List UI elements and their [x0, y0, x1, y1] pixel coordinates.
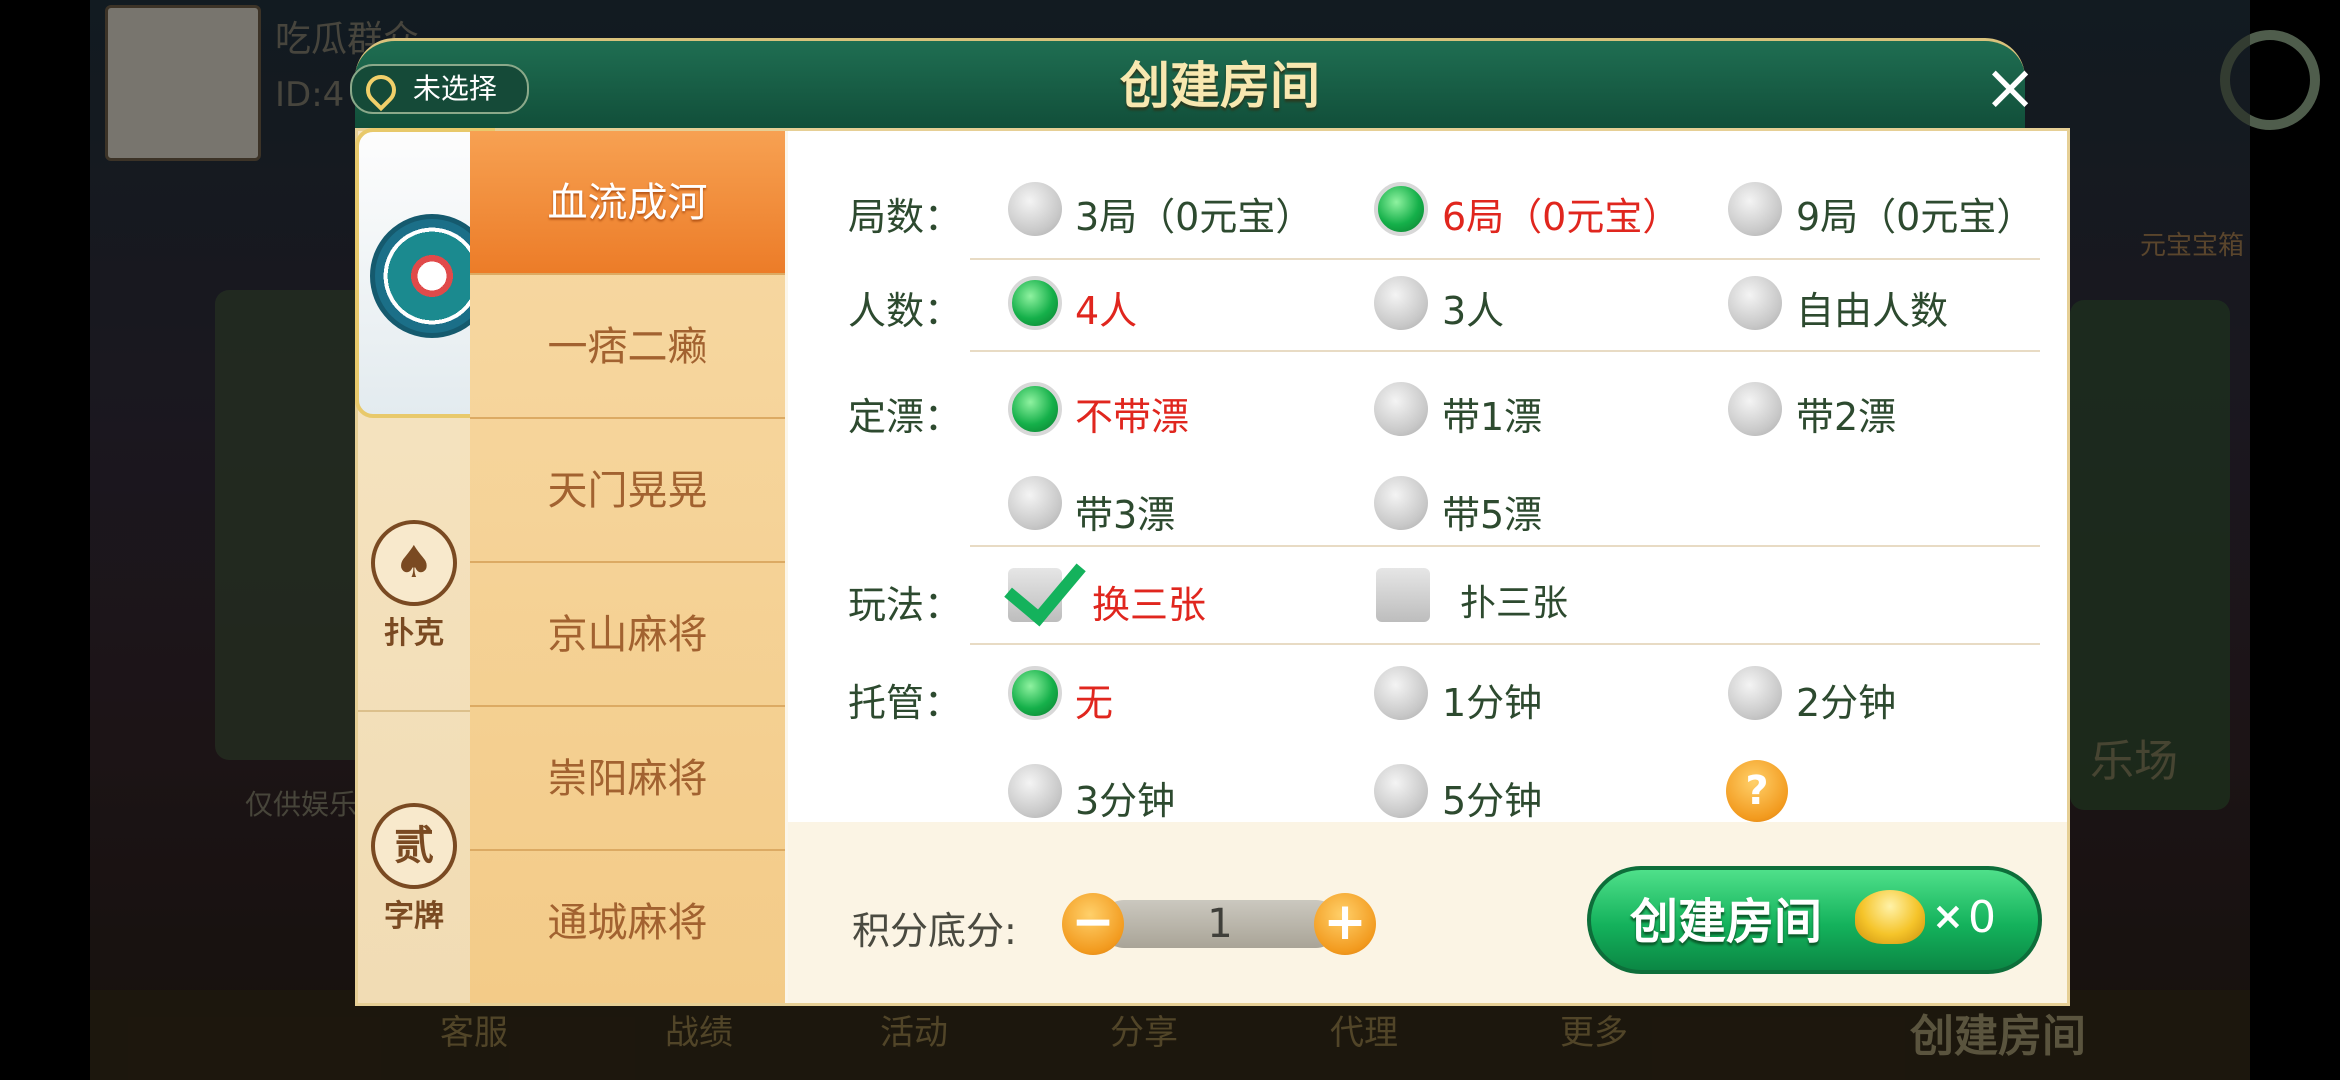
- score-plus-button[interactable]: +: [1314, 893, 1376, 955]
- game-item-tianmenhuanghuang[interactable]: 天门晃晃: [470, 419, 785, 563]
- trust-option-5min[interactable]: 5分钟: [1442, 770, 1542, 825]
- category-label-zipai: 字牌: [384, 899, 444, 934]
- play-option-pusanzhang[interactable]: 扑三张: [1460, 574, 1568, 626]
- piao-option-5[interactable]: 带5漂: [1442, 484, 1542, 539]
- players-label: 人数：: [848, 289, 963, 333]
- trust-radio-5min[interactable]: [1374, 764, 1428, 818]
- game-item-tongchengmajiang[interactable]: 通城麻将: [470, 851, 785, 995]
- row-divider: [970, 350, 2040, 352]
- category-tab-zipai[interactable]: 贰 字牌: [358, 803, 470, 963]
- location-label: 未选择: [412, 72, 497, 105]
- row-divider: [970, 545, 2040, 547]
- rounds-option-3[interactable]: 3局（0元宝）: [1075, 186, 1313, 241]
- piao-option-1[interactable]: 带1漂: [1442, 386, 1542, 441]
- rounds-label: 局数：: [848, 195, 963, 239]
- create-room-button-label: 创建房间: [1630, 894, 1823, 950]
- location-pin-icon: [359, 68, 403, 112]
- piao-option-none[interactable]: 不带漂: [1075, 386, 1189, 441]
- row-divider: [970, 258, 2040, 260]
- trust-radio-none[interactable]: [1008, 666, 1062, 720]
- category-divider: [358, 710, 470, 712]
- game-item-chongyangmajiang[interactable]: 崇阳麻将: [470, 707, 785, 851]
- piao-option-3[interactable]: 带3漂: [1075, 484, 1175, 539]
- rounds-radio-6[interactable]: [1374, 182, 1428, 236]
- trust-option-none[interactable]: 无: [1075, 672, 1113, 727]
- score-minus-button[interactable]: −: [1062, 893, 1124, 955]
- piao-radio-2[interactable]: [1728, 382, 1782, 436]
- close-button[interactable]: ×: [1980, 56, 2040, 120]
- piao-option-2[interactable]: 带2漂: [1796, 386, 1896, 441]
- trust-radio-3min[interactable]: [1008, 764, 1062, 818]
- players-option-free[interactable]: 自由人数: [1796, 280, 1948, 335]
- trust-radio-2min[interactable]: [1728, 666, 1782, 720]
- rounds-option-9[interactable]: 9局（0元宝）: [1796, 186, 2034, 241]
- game-item-jingshanmajiang[interactable]: 京山麻将: [470, 563, 785, 707]
- play-checkbox-pusanzhang[interactable]: [1376, 568, 1430, 622]
- rounds-radio-9[interactable]: [1728, 182, 1782, 236]
- score-label: 积分底分:: [852, 909, 1017, 953]
- trust-option-1min[interactable]: 1分钟: [1442, 672, 1542, 727]
- rounds-option-6[interactable]: 6局（0元宝）: [1442, 186, 1680, 241]
- players-radio-3[interactable]: [1374, 276, 1428, 330]
- play-option-huansanzhang[interactable]: 换三张: [1092, 574, 1206, 629]
- piao-radio-none[interactable]: [1008, 382, 1062, 436]
- gold-ingot-icon: [1855, 890, 1925, 944]
- game-item-yipieriilai[interactable]: 一痞二癞: [470, 275, 785, 419]
- create-room-cost-prefix: ×: [1932, 894, 1964, 938]
- score-value: 1: [1207, 901, 1233, 947]
- players-radio-4[interactable]: [1008, 276, 1062, 330]
- spade-icon: ♠: [371, 520, 457, 606]
- zi-pai-icon: 贰: [371, 803, 457, 889]
- create-room-cost: 0: [1968, 892, 1996, 943]
- rounds-radio-3[interactable]: [1008, 182, 1062, 236]
- help-icon[interactable]: ?: [1726, 760, 1788, 822]
- players-radio-free[interactable]: [1728, 276, 1782, 330]
- dialog-title: 创建房间: [1120, 57, 1320, 115]
- play-label: 玩法：: [848, 583, 963, 627]
- trust-option-2min[interactable]: 2分钟: [1796, 672, 1896, 727]
- location-button[interactable]: 未选择: [350, 64, 529, 114]
- piao-radio-3[interactable]: [1008, 476, 1062, 530]
- trust-option-3min[interactable]: 3分钟: [1075, 770, 1175, 825]
- game-item-xueliuchenghe[interactable]: 血流成河: [470, 131, 785, 275]
- players-option-4[interactable]: 4人: [1075, 280, 1137, 335]
- players-option-3[interactable]: 3人: [1442, 280, 1504, 335]
- trust-label: 托管：: [848, 681, 963, 725]
- piao-label: 定漂：: [848, 395, 963, 439]
- trust-radio-1min[interactable]: [1374, 666, 1428, 720]
- row-divider: [970, 643, 2040, 645]
- piao-radio-5[interactable]: [1374, 476, 1428, 530]
- piao-radio-1[interactable]: [1374, 382, 1428, 436]
- category-label-poker: 扑克: [384, 616, 444, 651]
- category-tab-poker[interactable]: ♠ 扑克: [358, 520, 470, 680]
